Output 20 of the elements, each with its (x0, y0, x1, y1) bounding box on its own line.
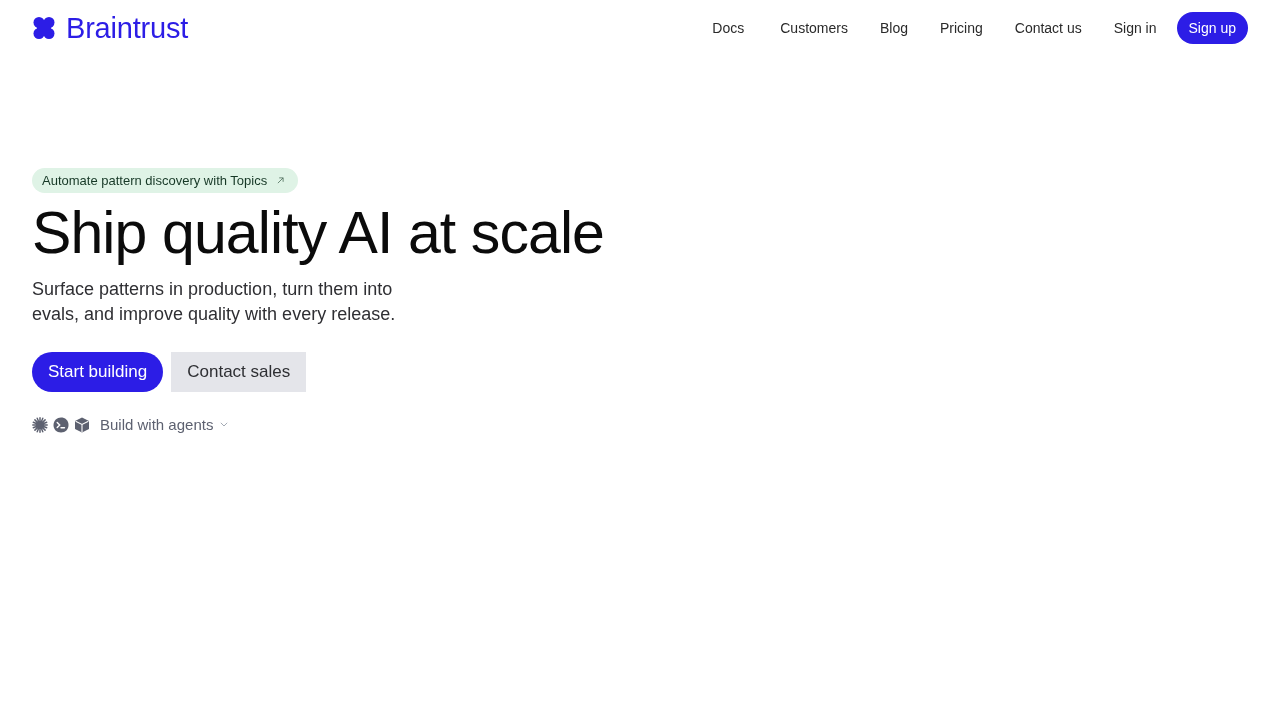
clover-logo-icon (32, 16, 56, 40)
nav-link[interactable]: Docs (712, 19, 745, 37)
sign-up-button[interactable]: Sign up (1176, 12, 1248, 44)
chevron-down-icon (220, 422, 229, 427)
start-button[interactable]: Start building (32, 352, 164, 392)
nav-link[interactable]: Blog (879, 19, 908, 37)
hero-heading: Ship quality AI at scale (32, 199, 606, 267)
announcement-link[interactable]: Automate pattern discovery with Topics (32, 168, 299, 193)
build-with-agents-dropdown[interactable]: Build with agents (100, 416, 229, 433)
brand-logo-link[interactable]: Braintrust (32, 11, 189, 45)
arrow-up-right-icon (277, 177, 285, 184)
nav-link[interactable]: Pricing (939, 19, 983, 37)
nav-link[interactable]: Contact us (1014, 19, 1082, 37)
starburst-icon (32, 416, 48, 433)
nav-link[interactable]: Sign in (1113, 19, 1157, 37)
terminal-icon (53, 416, 69, 433)
cube-icon (74, 416, 90, 433)
nav-link[interactable]: Customers (780, 19, 848, 37)
sales-button[interactable]: Contact sales (171, 352, 307, 392)
hero-subtitle: Surface patterns in production, turn them into evals, and improve quality with every release. (32, 278, 397, 326)
